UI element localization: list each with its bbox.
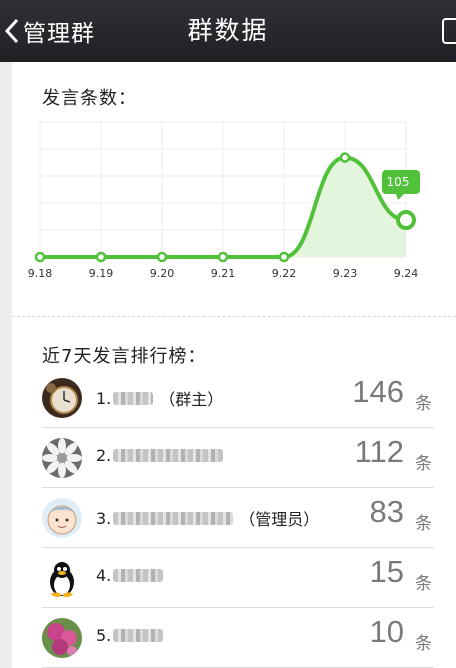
chart-data-point	[95, 251, 107, 263]
message-count-chart: 9.18 9.19 9.20 9.21 9.22 9.23 9.24 105	[28, 121, 420, 280]
message-count: 15	[369, 554, 404, 589]
blurred-name	[113, 449, 224, 462]
clock-avatar	[42, 378, 82, 418]
message-count: 10	[369, 614, 404, 649]
member-name: 1. （群主）	[96, 386, 223, 410]
x-tick-label: 9.22	[272, 267, 297, 280]
content-card: 发言条数： 9.18 9.19 9.20 9.21 9.22 9.23 9.24 105 近7…	[12, 62, 456, 668]
member-role: （群主）	[159, 390, 224, 409]
penguin-avatar	[42, 558, 82, 598]
x-tick-label: 9.21	[211, 267, 236, 280]
blurred-name	[113, 391, 154, 405]
count-unit: 条	[415, 454, 432, 474]
count-unit: 条	[415, 574, 432, 594]
count-unit: 条	[415, 514, 432, 534]
pink-flower-avatar	[42, 618, 82, 658]
top-bar: 管理群 群数据	[0, 0, 456, 62]
x-tick-label: 9.20	[150, 267, 175, 280]
x-tick-label: 9.18	[28, 267, 53, 280]
blurred-name	[113, 511, 234, 525]
x-tick-label: 9.24	[394, 267, 419, 280]
count-unit: 条	[415, 634, 432, 654]
rank-index: 2.	[96, 446, 112, 465]
page-title: 群数据	[187, 16, 269, 45]
ranking-title: 近7天发言排行榜：	[42, 346, 207, 367]
chart-data-point	[396, 210, 416, 231]
chart-callout-label: 105	[387, 175, 410, 189]
rank-index: 3.	[96, 508, 112, 528]
x-tick-label: 9.19	[89, 267, 114, 280]
chart-data-point	[34, 251, 46, 263]
message-count: 146	[352, 374, 404, 409]
message-count: 83	[369, 494, 404, 529]
member-name: 4.	[96, 566, 169, 585]
blurred-name	[113, 569, 164, 582]
chart-data-point	[156, 251, 168, 263]
cartoon-avatar	[42, 498, 82, 538]
message-count: 112	[354, 434, 404, 469]
rank-index: 1.	[96, 388, 112, 408]
flower-avatar	[42, 438, 82, 478]
chart-data-point	[339, 152, 351, 163]
more-icon[interactable]	[442, 18, 456, 44]
ranking-row[interactable]: 3. （管理员） 83 条	[42, 488, 434, 548]
member-role: （管理员）	[239, 510, 320, 529]
member-name: 3. （管理员）	[96, 506, 319, 530]
chart-data-point	[278, 251, 290, 263]
member-name: 5.	[96, 626, 169, 645]
divider	[12, 316, 456, 317]
member-name: 2.	[96, 446, 229, 465]
ranking-row[interactable]: 2. 112 条	[42, 428, 434, 488]
blurred-name	[113, 629, 164, 642]
ranking-row[interactable]: 5. 10 条	[42, 608, 434, 668]
chart-data-point	[217, 251, 229, 263]
ranking-row[interactable]: 4. 15 条	[42, 548, 434, 608]
rank-index: 4.	[96, 566, 112, 585]
ranking-row[interactable]: 1. （群主） 146 条	[42, 368, 434, 428]
rank-index: 5.	[96, 626, 112, 645]
x-tick-label: 9.23	[333, 267, 358, 280]
count-unit: 条	[415, 394, 432, 414]
